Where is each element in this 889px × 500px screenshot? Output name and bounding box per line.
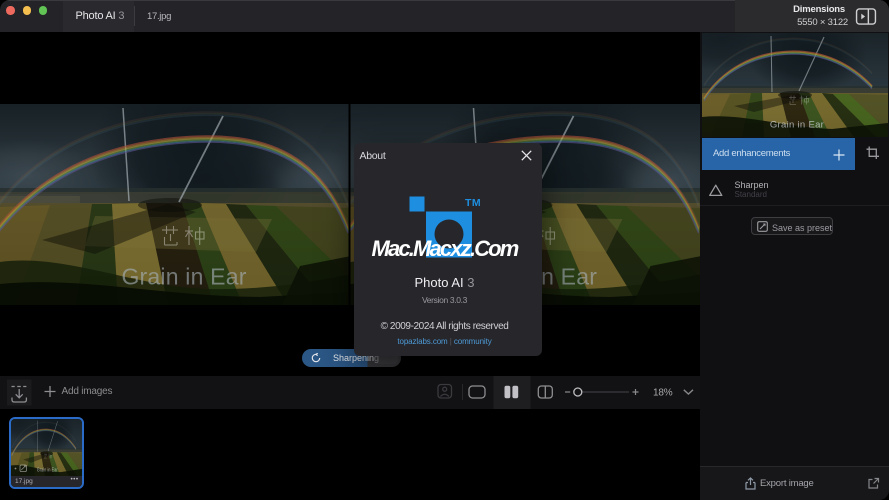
svg-text:18%: 18%	[653, 388, 673, 399]
svg-text:TM: TM	[465, 197, 481, 209]
